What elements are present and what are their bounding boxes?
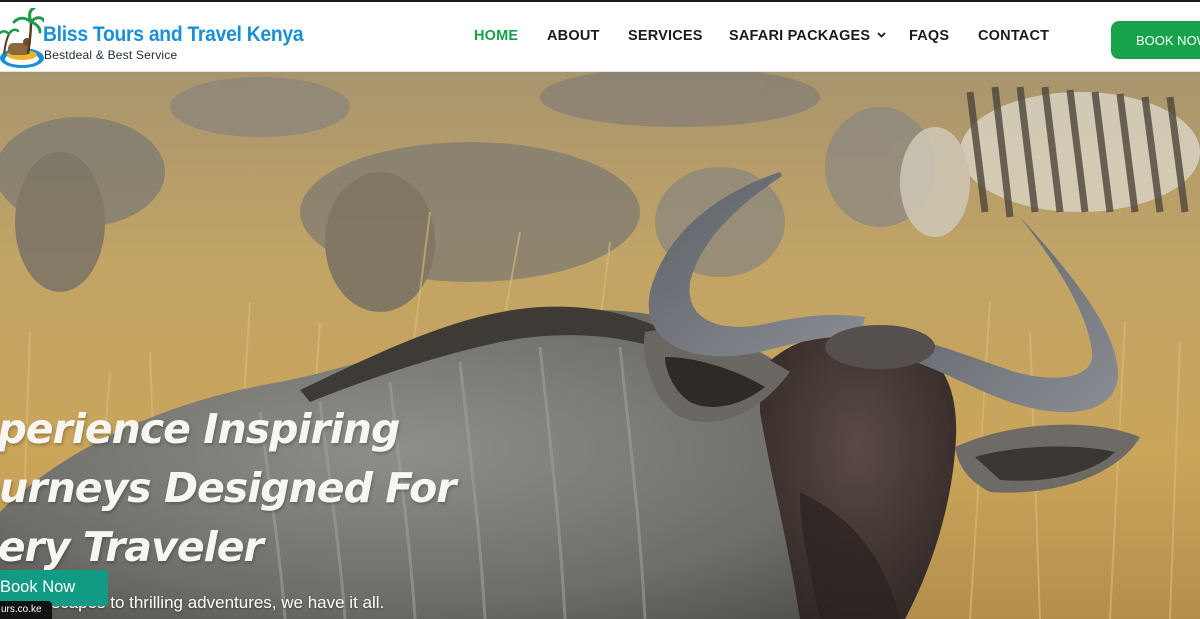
nav-item-about[interactable]: ABOUT bbox=[547, 28, 600, 44]
hero-heading-line: xperience Inspiring bbox=[0, 405, 400, 453]
nav-item-contact[interactable]: CONTACT bbox=[978, 28, 1049, 44]
nav-item-faqs[interactable]: FAQS bbox=[909, 28, 949, 44]
palm-tree-logo-icon bbox=[0, 8, 44, 68]
hero-heading: xperience Inspiring ourneys Designed For… bbox=[0, 400, 492, 577]
nav-item-label: SAFARI PACKAGES bbox=[729, 28, 871, 44]
site-logo[interactable]: Bliss Tours and Travel Kenya Bestdeal & … bbox=[0, 6, 304, 70]
chevron-down-icon bbox=[877, 32, 886, 38]
nav-item-safari-packages[interactable]: SAFARI PACKAGES bbox=[729, 28, 886, 44]
nav-item-services[interactable]: SERVICES bbox=[628, 28, 703, 44]
hero-section: xperience Inspiring ourneys Designed For… bbox=[0, 72, 1200, 619]
hero-heading-line: very Traveler bbox=[0, 523, 264, 571]
brand-title: Bliss Tours and Travel Kenya bbox=[43, 23, 304, 46]
hero-heading-line: ourneys Designed For bbox=[0, 464, 456, 512]
brand-tagline: Bestdeal & Best Service bbox=[44, 48, 178, 62]
nav-item-home[interactable]: HOME bbox=[474, 28, 518, 44]
site-header: Bliss Tours and Travel Kenya Bestdeal & … bbox=[0, 2, 1200, 72]
status-bar-url: urs.co.ke bbox=[0, 601, 52, 619]
book-now-header-button[interactable]: BOOK NOW bbox=[1111, 21, 1200, 59]
